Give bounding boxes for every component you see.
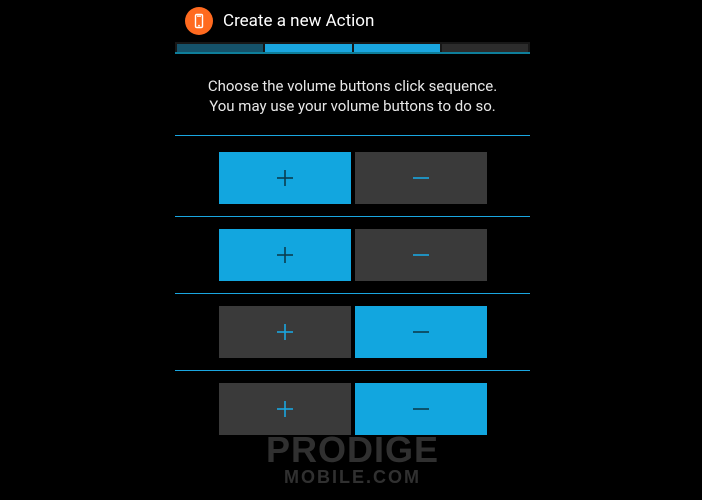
sequence-rows <box>175 136 530 447</box>
page-title: Create a new Action <box>223 11 374 31</box>
volume-down-button[interactable] <box>355 383 487 435</box>
volume-up-button[interactable] <box>219 152 351 204</box>
volume-up-button[interactable] <box>219 229 351 281</box>
volume-down-button[interactable] <box>355 152 487 204</box>
minus-icon <box>408 242 434 268</box>
app-phone-icon <box>185 7 213 35</box>
sequence-row <box>175 370 530 447</box>
instruction-line-2: You may use your volume buttons to do so… <box>189 96 516 116</box>
plus-icon <box>272 319 298 345</box>
plus-icon <box>272 396 298 422</box>
sequence-row <box>175 216 530 293</box>
sequence-row <box>175 140 530 216</box>
watermark-sub: MOBILE.COM <box>175 467 530 488</box>
volume-up-button[interactable] <box>219 383 351 435</box>
plus-icon <box>272 242 298 268</box>
sequence-row <box>175 293 530 370</box>
instruction-line-1: Choose the volume buttons click sequence… <box>189 76 516 96</box>
minus-icon <box>408 319 434 345</box>
step-4 <box>442 44 528 52</box>
minus-icon <box>408 165 434 191</box>
title-bar: Create a new Action <box>175 0 530 42</box>
minus-icon <box>408 396 434 422</box>
volume-up-button[interactable] <box>219 306 351 358</box>
volume-down-button[interactable] <box>355 306 487 358</box>
volume-down-button[interactable] <box>355 229 487 281</box>
step-1 <box>177 44 263 52</box>
app-screen: Create a new Action Choose the volume bu… <box>175 0 530 500</box>
wizard-progress <box>175 42 530 54</box>
step-2 <box>265 44 351 52</box>
step-3 <box>354 44 440 52</box>
plus-icon <box>272 165 298 191</box>
instruction-panel: Choose the volume buttons click sequence… <box>175 54 530 136</box>
